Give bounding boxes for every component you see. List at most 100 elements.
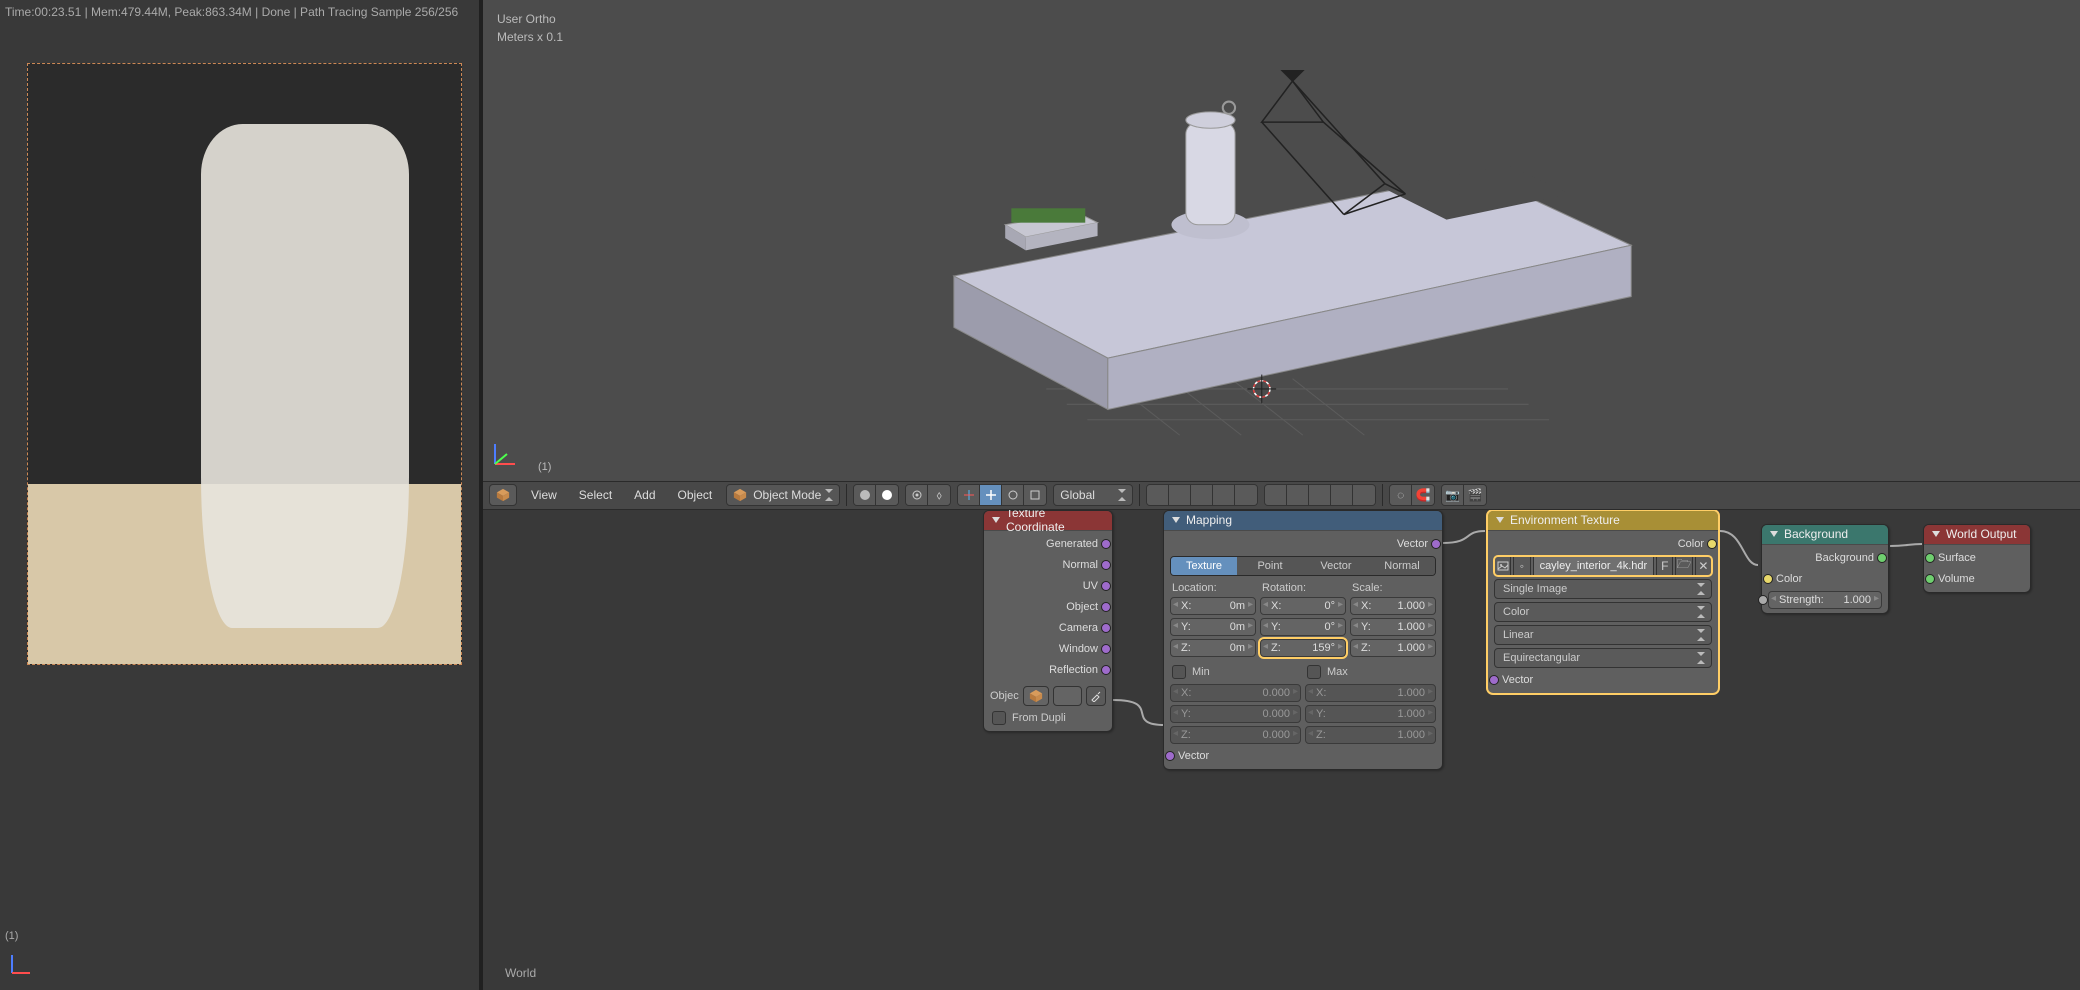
menu-view[interactable]: View [523, 486, 565, 504]
scale-x-field[interactable]: X:1.000 [1350, 597, 1436, 615]
opengl-render-button[interactable]: 📷 [1442, 485, 1464, 505]
eyedropper-button[interactable] [1086, 686, 1106, 706]
viewport-frame-label: (1) [538, 461, 551, 473]
rotation-x-field[interactable]: X:0° [1260, 597, 1346, 615]
max-checkbox[interactable]: Max [1305, 663, 1436, 681]
interpolation-select[interactable]: Linear [1494, 625, 1712, 645]
colorspace-select[interactable]: Color [1494, 602, 1712, 622]
node-editor[interactable]: Texture Coordinate Generated Normal UV O… [483, 510, 2080, 990]
axis-gizmo-icon [8, 953, 32, 980]
image-browse-button[interactable] [1494, 556, 1511, 576]
output-color: Color [1494, 535, 1712, 553]
orientation-select[interactable]: Global [1053, 484, 1133, 506]
layer-button[interactable] [1309, 485, 1331, 505]
viewport-header: View Select Add Object Object Mode ⬨ [483, 481, 2080, 510]
layer-button[interactable] [1213, 485, 1235, 505]
proportional-edit-button[interactable]: ◌ [1390, 485, 1412, 505]
from-dupli-checkbox[interactable]: From Dupli [990, 709, 1106, 727]
min-y-field[interactable]: Y:0.000 [1170, 705, 1301, 723]
fake-user-button[interactable]: F [1656, 556, 1673, 576]
max-z-field[interactable]: Z:1.000 [1305, 726, 1436, 744]
input-volume: Volume [1930, 570, 2024, 588]
snap-button[interactable]: ⬨ [928, 485, 950, 505]
collapse-icon[interactable] [1172, 517, 1180, 523]
strength-field[interactable]: Strength:1.000 [1768, 591, 1882, 609]
min-checkbox[interactable]: Min [1170, 663, 1301, 681]
snap-toggle-button[interactable]: 🧲 [1412, 485, 1434, 505]
tab-point[interactable]: Point [1237, 557, 1303, 575]
scale-z-field[interactable]: Z:1.000 [1350, 639, 1436, 657]
node-title: Texture Coordinate [1006, 510, 1104, 535]
object-cube-button[interactable] [1023, 686, 1049, 706]
max-y-field[interactable]: Y:1.000 [1305, 705, 1436, 723]
layer-button[interactable] [1265, 485, 1287, 505]
input-color: Color [1768, 570, 1882, 588]
scale-manipulator-button[interactable] [1024, 485, 1046, 505]
editor-type-button[interactable] [489, 484, 517, 506]
tab-normal[interactable]: Normal [1369, 557, 1435, 575]
translate-manipulator-button[interactable] [980, 485, 1002, 505]
layer-button[interactable] [1191, 485, 1213, 505]
node-texture-coordinate[interactable]: Texture Coordinate Generated Normal UV O… [983, 510, 1113, 732]
collapse-icon[interactable] [1770, 531, 1778, 537]
object-field[interactable] [1053, 686, 1082, 706]
location-x-field[interactable]: X:0m [1170, 597, 1256, 615]
layer-button[interactable] [1147, 485, 1169, 505]
menu-select[interactable]: Select [571, 486, 620, 504]
collapse-icon[interactable] [992, 517, 1000, 523]
min-z-field[interactable]: Z:0.000 [1170, 726, 1301, 744]
viewport-info: User Ortho Meters x 0.1 [497, 10, 563, 46]
mode-select[interactable]: Object Mode [726, 484, 840, 506]
node-editor-breadcrumb: World [505, 966, 536, 980]
shading-solid-button[interactable] [876, 485, 898, 505]
shading-mode-group [853, 484, 899, 506]
layer-button[interactable] [1353, 485, 1375, 505]
opengl-anim-button[interactable]: 🎬 [1464, 485, 1486, 505]
node-mapping[interactable]: Mapping Vector Texture Point Vector Norm… [1163, 510, 1443, 770]
node-title: Background [1784, 527, 1848, 541]
3d-viewport[interactable]: User Ortho Meters x 0.1 [483, 0, 2080, 481]
manipulator-toggle-button[interactable] [958, 485, 980, 505]
shading-wireframe-button[interactable] [854, 485, 876, 505]
min-x-field[interactable]: X:0.000 [1170, 684, 1301, 702]
node-world-output[interactable]: World Output Surface Volume [1923, 524, 2031, 593]
node-title: World Output [1946, 527, 2016, 541]
location-y-field[interactable]: Y:0m [1170, 618, 1256, 636]
layer-button[interactable] [1287, 485, 1309, 505]
image-path-field[interactable]: cayley_interior_4k.hdr [1533, 556, 1655, 576]
axis-gizmo-icon [489, 442, 517, 473]
output-object: Object [990, 598, 1106, 616]
rotation-z-field[interactable]: Z:159° [1260, 639, 1346, 657]
image-open-button[interactable]: 🗁 [1675, 556, 1692, 576]
mapping-type-tabs: Texture Point Vector Normal [1170, 556, 1436, 576]
rotation-y-field[interactable]: Y:0° [1260, 618, 1346, 636]
menu-object[interactable]: Object [670, 486, 721, 504]
render-result-panel: Time:00:23.51 | Mem:479.44M, Peak:863.34… [0, 0, 483, 990]
pivot-button[interactable] [906, 485, 928, 505]
tab-vector[interactable]: Vector [1303, 557, 1369, 575]
menu-add[interactable]: Add [626, 486, 663, 504]
output-uv: UV [990, 577, 1106, 595]
tab-texture[interactable]: Texture [1171, 557, 1237, 575]
render-preview-image[interactable] [27, 63, 462, 665]
rotate-manipulator-button[interactable] [1002, 485, 1024, 505]
node-environment-texture[interactable]: Environment Texture Color ◦ cayley_inter… [1487, 510, 1719, 694]
layer-button[interactable] [1169, 485, 1191, 505]
render-frame-label: (1) [5, 930, 18, 942]
image-unlink-button[interactable]: ✕ [1695, 556, 1712, 576]
layer-button[interactable] [1235, 485, 1257, 505]
node-background[interactable]: Background Background Color Strength:1.0… [1761, 524, 1889, 614]
scale-y-field[interactable]: Y:1.000 [1350, 618, 1436, 636]
source-select[interactable]: Single Image [1494, 579, 1712, 599]
input-vector: Vector [1170, 747, 1436, 765]
node-title: Environment Texture [1510, 513, 1620, 527]
max-x-field[interactable]: X:1.000 [1305, 684, 1436, 702]
projection-select[interactable]: Equirectangular [1494, 648, 1712, 668]
layer-button[interactable] [1331, 485, 1353, 505]
collapse-icon[interactable] [1496, 517, 1504, 523]
layers-group-1 [1146, 484, 1258, 506]
pivot-group: ⬨ [905, 484, 951, 506]
collapse-icon[interactable] [1932, 531, 1940, 537]
image-datablock-button[interactable]: ◦ [1513, 556, 1530, 576]
location-z-field[interactable]: Z:0m [1170, 639, 1256, 657]
